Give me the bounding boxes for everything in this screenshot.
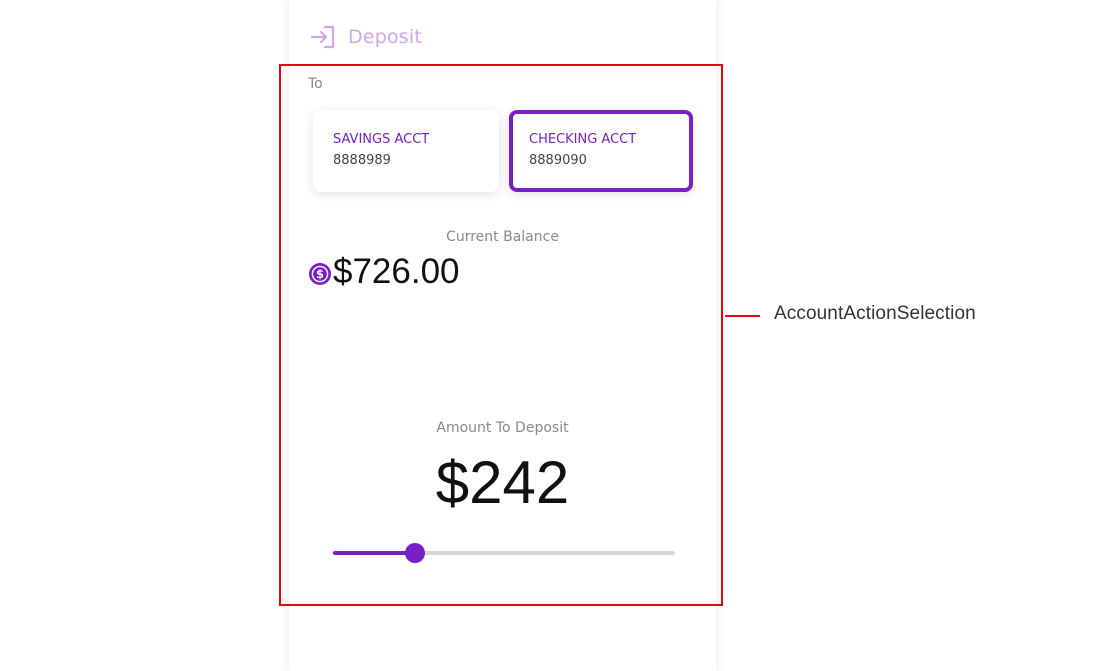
account-card-savings[interactable]: SAVINGS ACCT 8888989 (313, 110, 499, 192)
deposit-amount-slider[interactable] (333, 543, 675, 563)
balance-label: Current Balance (446, 229, 559, 245)
slider-fill (333, 551, 416, 555)
phone-screen (289, 0, 716, 671)
account-number: 8889090 (529, 153, 587, 168)
page-header: Deposit (309, 22, 422, 52)
callout-label: AccountActionSelection (774, 303, 976, 324)
page-title: Deposit (348, 26, 423, 48)
svg-text:$: $ (316, 267, 324, 281)
deposit-amount-label: Amount To Deposit (436, 420, 569, 436)
balance-value: $726.00 (333, 252, 460, 291)
account-name: SAVINGS ACCT (333, 132, 430, 147)
callout-connector (725, 315, 760, 317)
to-label: To (308, 76, 323, 92)
dollar-circle-icon: $ (309, 263, 331, 285)
slider-thumb[interactable] (405, 543, 426, 563)
account-card-checking[interactable]: CHECKING ACCT 8889090 (509, 110, 693, 192)
deposit-amount-value: $242 (435, 449, 570, 516)
account-name: CHECKING ACCT (529, 132, 637, 147)
login-arrow-icon (310, 25, 335, 49)
account-number: 8888989 (333, 153, 391, 168)
